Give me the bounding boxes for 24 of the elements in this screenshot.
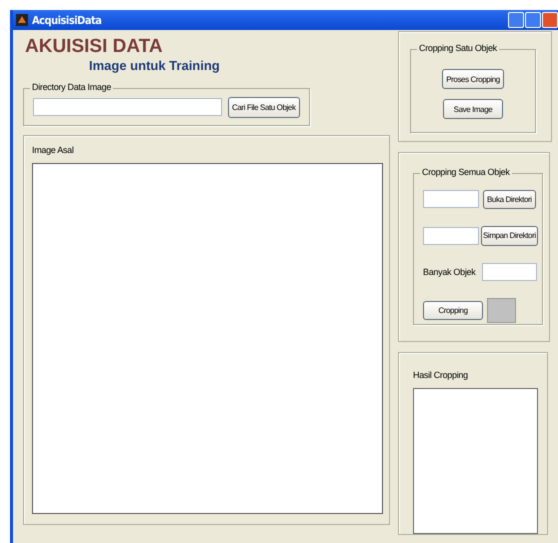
open-directory-field[interactable] (423, 190, 479, 208)
panel-label: Image Asal (32, 145, 74, 155)
group-label: Cropping Satu Objek (417, 43, 499, 53)
app-heading: AKUISISI DATA (25, 36, 164, 58)
find-file-button[interactable]: Cari File Satu Objek (228, 96, 300, 118)
directory-field[interactable] (33, 98, 222, 116)
app-icon (16, 14, 28, 26)
field-label: Banyak Objek (423, 266, 476, 276)
status-box (487, 298, 516, 322)
open-directory-button[interactable]: Buka Direktori (483, 190, 536, 208)
window-title: AcquisisiData (32, 14, 102, 26)
object-count-field[interactable] (482, 262, 538, 280)
panel-label: Hasil Cropping (413, 370, 468, 380)
group-label: Directory Data Image (30, 82, 114, 92)
crop-action-button[interactable]: Save Image (443, 99, 503, 119)
save-directory-button[interactable]: Simpan Direktori (481, 226, 538, 246)
crop-action-button[interactable]: Proses Cropping (442, 69, 504, 89)
minimize-button[interactable] (508, 12, 524, 28)
maximize-button[interactable] (525, 12, 541, 28)
group-label: Cropping Semua Objek (420, 167, 512, 177)
cropping-button[interactable]: Cropping (423, 300, 483, 320)
app-subheading: Image untuk Training (89, 58, 221, 73)
save-directory-field[interactable] (423, 226, 479, 244)
close-button[interactable] (542, 12, 558, 28)
